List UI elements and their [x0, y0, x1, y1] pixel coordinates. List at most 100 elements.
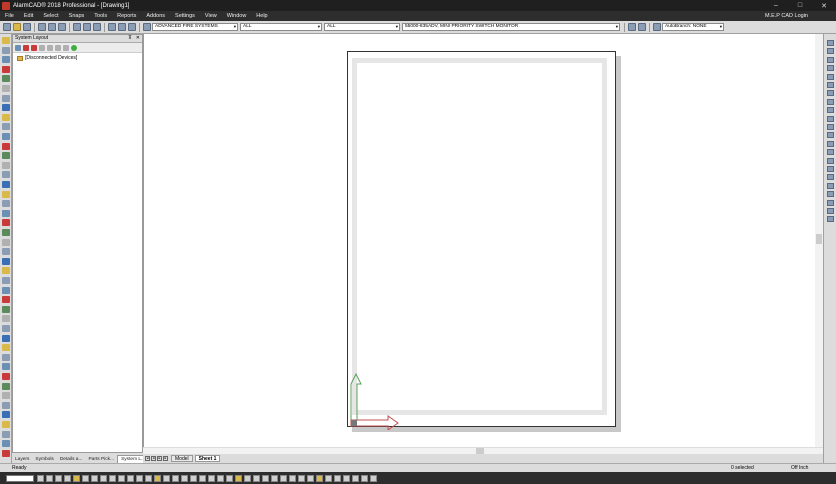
type-filter-select[interactable]: ALL ▾ — [324, 23, 400, 31]
menu-help[interactable]: Help — [251, 13, 272, 19]
snap-tool-icon[interactable] — [217, 474, 224, 482]
tab-symbols[interactable]: Symbols — [32, 456, 56, 463]
view-tool-icon[interactable] — [827, 132, 834, 139]
autobranch-select[interactable]: AutoBranch: NONE ▾ — [662, 23, 724, 31]
menu-view[interactable]: View — [200, 13, 222, 19]
drawing-tool-icon[interactable] — [2, 113, 10, 121]
drawing-tool-icon[interactable] — [2, 219, 10, 227]
drawing-tool-icon[interactable] — [2, 296, 10, 304]
drawing-tool-icon[interactable] — [2, 209, 10, 217]
drawing-tool-icon[interactable] — [2, 123, 10, 131]
view-tool-icon[interactable] — [827, 107, 834, 114]
view-tool-icon[interactable] — [827, 140, 834, 147]
refresh-icon[interactable] — [15, 44, 21, 51]
drawing-tool-icon[interactable] — [2, 344, 10, 352]
snap-tool-icon[interactable] — [271, 474, 278, 482]
drawing-tool-icon[interactable] — [2, 171, 10, 179]
drawing-tool-icon[interactable] — [2, 286, 10, 294]
drawing-tool-icon[interactable] — [2, 37, 10, 44]
print-icon[interactable] — [93, 23, 101, 31]
undo-icon[interactable] — [73, 23, 81, 31]
view-tool-icon[interactable] — [827, 166, 834, 172]
view-tool-icon[interactable] — [827, 149, 834, 156]
tab-sheet-1[interactable]: Sheet 1 — [194, 455, 221, 462]
menu-file[interactable]: File — [0, 13, 19, 19]
drawing-tool-icon[interactable] — [2, 181, 10, 188]
snap-tool-icon[interactable] — [325, 474, 332, 482]
view-tool-icon[interactable] — [827, 157, 834, 164]
snap-tool-icon[interactable] — [100, 474, 107, 482]
snap-tool-icon[interactable] — [334, 474, 341, 482]
expand-icon[interactable] — [39, 44, 45, 51]
drawing-tool-icon[interactable] — [2, 104, 10, 112]
drawing-tool-icon[interactable] — [2, 353, 10, 361]
redo-icon[interactable] — [83, 23, 91, 31]
drawing-tool-icon[interactable] — [2, 315, 10, 323]
drawing-tool-icon[interactable] — [2, 305, 10, 313]
save-icon[interactable] — [23, 23, 31, 31]
snap-tool-icon[interactable] — [244, 474, 251, 482]
print-preview-icon[interactable] — [108, 23, 116, 31]
tab-parts-picker[interactable]: Parts Pick... — [85, 456, 117, 463]
alarm-bell-icon[interactable] — [31, 44, 37, 51]
copy-icon[interactable] — [48, 23, 56, 31]
snap-tool-icon[interactable] — [370, 474, 377, 482]
view-tool-icon[interactable] — [827, 191, 834, 198]
view-tool-icon[interactable] — [827, 82, 834, 88]
snap-tool-icon[interactable] — [352, 474, 359, 482]
prev-tab-button[interactable]: ◂ — [151, 456, 156, 461]
menu-tools[interactable]: Tools — [89, 13, 112, 19]
snap-tool-icon[interactable] — [307, 474, 314, 482]
snap-tool-icon[interactable] — [235, 474, 242, 482]
view-tool-icon[interactable] — [827, 98, 834, 105]
command-input[interactable] — [6, 474, 34, 482]
snap-tool-icon[interactable] — [163, 474, 170, 482]
menu-window[interactable]: Window — [222, 13, 252, 19]
drawing-tool-icon[interactable] — [2, 392, 10, 400]
snap-tool-icon[interactable] — [91, 474, 98, 482]
device-settings-icon[interactable] — [638, 23, 646, 31]
menu-select[interactable]: Select — [38, 13, 63, 19]
tab-layers[interactable]: Layers — [12, 456, 32, 463]
drawing-tool-icon[interactable] — [2, 152, 10, 160]
close-button[interactable]: ✕ — [812, 2, 836, 10]
vertical-scroll-thumb[interactable] — [816, 234, 822, 244]
maximize-button[interactable]: □ — [788, 2, 812, 9]
menu-edit[interactable]: Edit — [19, 13, 38, 19]
drawing-tool-icon[interactable] — [2, 440, 10, 448]
drawing-tool-icon[interactable] — [2, 411, 10, 419]
view-tool-icon[interactable] — [827, 56, 834, 63]
snap-tool-icon[interactable] — [298, 474, 305, 482]
menu-snaps[interactable]: Snaps — [64, 13, 90, 19]
drawing-tool-icon[interactable] — [2, 449, 10, 457]
view-tool-icon[interactable] — [827, 90, 834, 97]
drawing-tool-icon[interactable] — [2, 94, 10, 102]
snap-tool-icon[interactable] — [46, 474, 53, 482]
snap-tool-icon[interactable] — [190, 474, 197, 482]
view-tool-icon[interactable] — [827, 174, 834, 181]
view-tool-icon[interactable] — [827, 208, 834, 214]
view-tool-icon[interactable] — [827, 73, 834, 80]
manufacturer-select[interactable]: ADVANCED FIRE SYSTEMS ▾ — [152, 23, 238, 31]
close-icon[interactable]: ✕ — [134, 35, 142, 42]
drawing-tool-icon[interactable] — [2, 142, 10, 150]
drawing-tool-icon[interactable] — [2, 277, 10, 284]
drawing-tool-icon[interactable] — [2, 238, 10, 246]
mep-login-link[interactable]: M.E.P CAD Login — [765, 13, 836, 19]
drawing-tool-icon[interactable] — [2, 229, 10, 236]
view-tool-icon[interactable] — [827, 216, 834, 223]
snap-tool-icon[interactable] — [343, 474, 350, 482]
drawing-tool-icon[interactable] — [2, 200, 10, 208]
drawing-tool-icon[interactable] — [2, 334, 10, 342]
menu-reports[interactable]: Reports — [112, 13, 141, 19]
snap-tool-icon[interactable] — [154, 474, 161, 482]
snap-tool-icon[interactable] — [37, 474, 44, 482]
drawing-tool-icon[interactable] — [2, 85, 10, 92]
snap-tool-icon[interactable] — [199, 474, 206, 482]
tab-model[interactable]: Model — [171, 455, 193, 462]
unlink-icon[interactable] — [63, 44, 69, 51]
snap-tool-icon[interactable] — [145, 474, 152, 482]
collapse-icon[interactable] — [47, 44, 53, 51]
snap-tool-icon[interactable] — [172, 474, 179, 482]
drawing-tool-icon[interactable] — [2, 56, 10, 64]
